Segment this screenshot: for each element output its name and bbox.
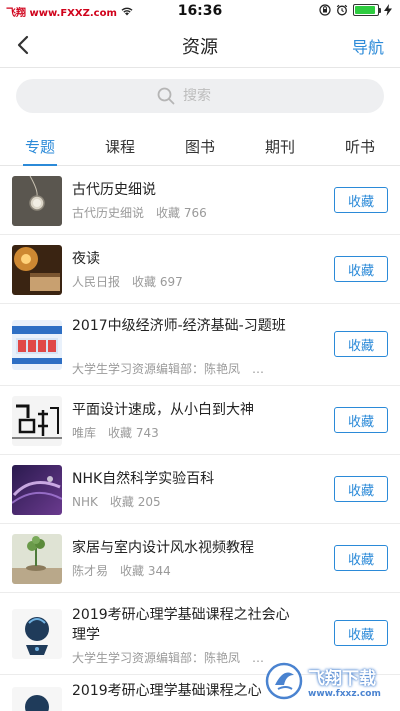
item-thumbnail xyxy=(12,609,62,659)
item-meta: 人民日报 收藏 697 xyxy=(72,273,300,290)
item-favorites-count: 收藏 743 xyxy=(108,426,159,440)
category-tabs: 专题 课程 图书 期刊 听书 xyxy=(0,128,400,166)
item-thumbnail xyxy=(12,687,62,711)
item-title: 古代历史细说 xyxy=(72,182,156,198)
watermark: 飞翔下载 www.fxxz.com xyxy=(264,659,394,703)
favorite-button[interactable]: 收藏 xyxy=(334,545,388,571)
item-author: 唯库 xyxy=(72,426,97,440)
battery-fill xyxy=(355,6,375,14)
psychology-course-image xyxy=(12,609,62,659)
alarm-icon xyxy=(336,4,348,16)
item-thumbnail xyxy=(12,534,62,584)
watermark-url: www.fxxz.com xyxy=(308,688,381,699)
favorite-button[interactable]: 收藏 xyxy=(334,476,388,502)
economics-course-image xyxy=(12,320,62,370)
page-title: 资源 xyxy=(182,37,218,58)
tab-books[interactable]: 图书 xyxy=(160,128,240,165)
search-bar[interactable] xyxy=(16,79,384,113)
item-thumbnail xyxy=(12,465,62,515)
watermark-main: 飞翔下载 xyxy=(308,668,376,689)
tab-audiobooks[interactable]: 听书 xyxy=(320,128,400,165)
night-reading-image xyxy=(12,245,62,295)
item-favorites-count: 收藏 766 xyxy=(156,206,207,220)
item-meta: 大学生学习资源编辑部：陈艳凤 … xyxy=(72,360,300,377)
item-more: … xyxy=(252,651,265,665)
item-author: 古代历史细说 xyxy=(72,206,145,220)
item-more: … xyxy=(252,362,265,376)
list-item[interactable]: NHK自然科学实验百科 NHK 收藏 205 收藏 xyxy=(0,455,400,524)
list-item[interactable]: 平面设计速成，从小白到大神 唯库 收藏 743 收藏 xyxy=(0,386,400,455)
navigation-link[interactable]: 导航 xyxy=(352,34,384,58)
item-author: 陈才易 xyxy=(72,564,109,578)
favorite-button[interactable]: 收藏 xyxy=(334,187,388,213)
item-meta: NHK 收藏 205 xyxy=(72,493,300,510)
watermark-text: 飞翔下载 www.fxxz.com xyxy=(308,664,381,699)
list-item[interactable]: 古代历史细说 古代历史细说 收藏 766 收藏 xyxy=(0,166,400,235)
item-title: 平面设计速成，从小白到大神 xyxy=(72,402,254,418)
status-bar: 飞翔 www.FXXZ.com 16:36 xyxy=(0,0,400,22)
item-thumbnail xyxy=(12,396,62,446)
item-author: 人民日报 xyxy=(72,275,121,289)
graphic-design-image xyxy=(12,396,62,446)
item-thumbnail xyxy=(12,176,62,226)
item-meta: 唯库 收藏 743 xyxy=(72,424,300,441)
list-item[interactable]: 2017中级经济师-经济基础-习题班 大学生学习资源编辑部：陈艳凤 … 收藏 xyxy=(0,304,400,386)
watermark-logo-icon xyxy=(265,662,303,700)
favorite-button[interactable]: 收藏 xyxy=(334,407,388,433)
favorite-button[interactable]: 收藏 xyxy=(334,331,388,357)
pocket-watch-image xyxy=(12,176,62,226)
science-experiment-image xyxy=(12,465,62,515)
item-title: NHK自然科学实验百科 xyxy=(72,471,215,487)
item-author: 大学生学习资源编辑部：陈艳凤 xyxy=(72,362,241,376)
item-title: 家居与室内设计风水视频教程 xyxy=(72,540,254,556)
psychology-course-image xyxy=(12,687,62,711)
item-favorites-count: 收藏 344 xyxy=(120,564,171,578)
item-author: NHK xyxy=(72,495,98,509)
home-interior-image xyxy=(12,534,62,584)
charging-bolt-icon xyxy=(384,4,392,16)
item-meta: 古代历史细说 收藏 766 xyxy=(72,204,300,221)
item-author: 大学生学习资源编辑部：陈艳凤 xyxy=(72,651,241,665)
battery-icon xyxy=(353,4,381,16)
resource-list: 古代历史细说 古代历史细说 收藏 766 收藏 夜读 人民日报 收藏 697 收藏 xyxy=(0,166,400,711)
rotation-lock-icon xyxy=(319,4,331,16)
status-icons xyxy=(319,4,392,16)
tab-courses[interactable]: 课程 xyxy=(80,128,160,165)
item-title: 夜读 xyxy=(72,251,100,267)
search-icon xyxy=(157,87,175,105)
favorite-button[interactable]: 收藏 xyxy=(334,256,388,282)
item-favorites-count: 收藏 205 xyxy=(109,495,161,509)
tab-topics[interactable]: 专题 xyxy=(0,128,80,165)
item-meta: 陈才易 收藏 344 xyxy=(72,562,300,579)
item-title: 2017中级经济师-经济基础-习题班 xyxy=(72,318,286,334)
item-thumbnail xyxy=(12,320,62,370)
search-input[interactable] xyxy=(183,88,243,104)
navigation-bar: 资源 导航 xyxy=(0,22,400,68)
list-item[interactable]: 家居与室内设计风水视频教程 陈才易 收藏 344 收藏 xyxy=(0,524,400,593)
item-thumbnail xyxy=(12,245,62,295)
list-item[interactable]: 夜读 人民日报 收藏 697 收藏 xyxy=(0,235,400,304)
item-title: 2019考研心理学基础课程之社会心理学 xyxy=(72,607,290,643)
item-favorites-count: 收藏 697 xyxy=(132,275,183,289)
tab-journals[interactable]: 期刊 xyxy=(240,128,320,165)
favorite-button[interactable]: 收藏 xyxy=(334,620,388,646)
